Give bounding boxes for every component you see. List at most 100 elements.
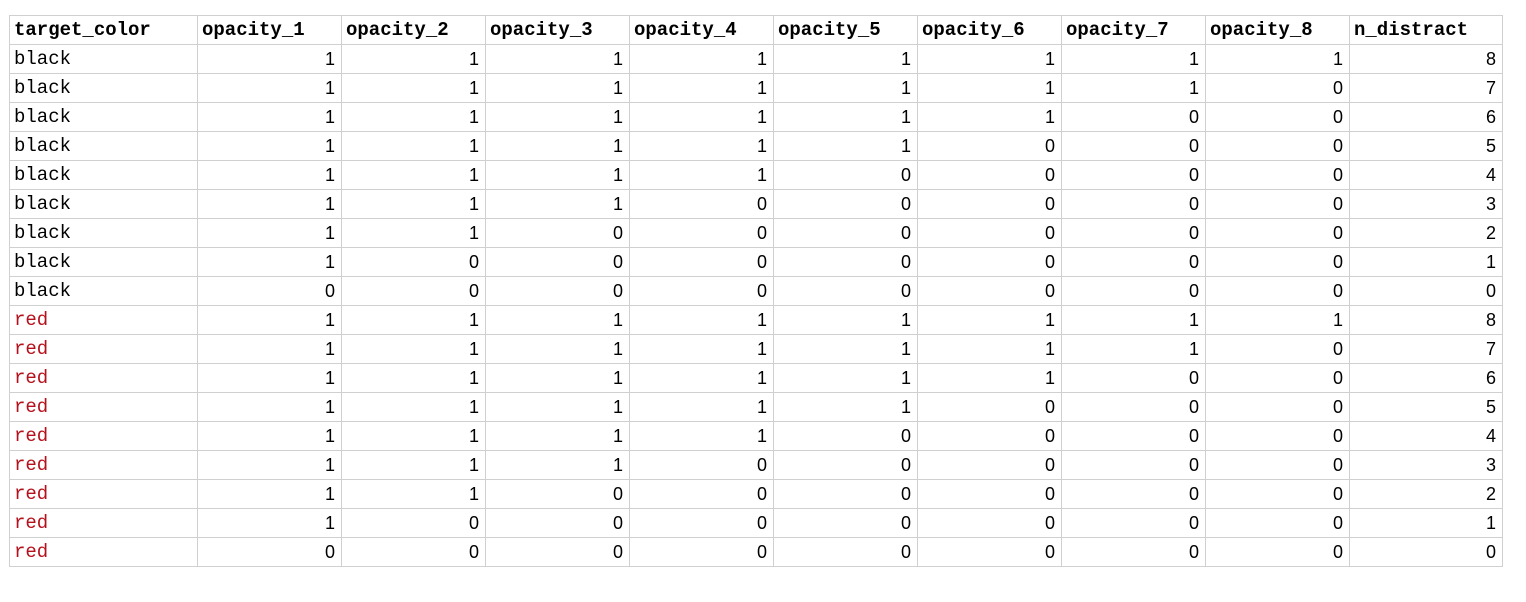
value-cell[interactable]: 1	[485, 131, 630, 161]
value-cell[interactable]: 1	[917, 334, 1062, 364]
value-cell[interactable]: 0	[629, 218, 774, 248]
target-color-cell[interactable]: black	[9, 102, 198, 132]
target-color-cell[interactable]: black	[9, 44, 198, 74]
value-cell[interactable]: 1	[197, 189, 342, 219]
value-cell[interactable]: 1	[917, 73, 1062, 103]
value-cell[interactable]: 0	[1205, 450, 1350, 480]
value-cell[interactable]: 0	[1349, 537, 1503, 567]
value-cell[interactable]: 1	[629, 131, 774, 161]
value-cell[interactable]: 1	[197, 421, 342, 451]
value-cell[interactable]: 0	[1205, 189, 1350, 219]
value-cell[interactable]: 0	[1205, 247, 1350, 277]
value-cell[interactable]: 3	[1349, 450, 1503, 480]
value-cell[interactable]: 1	[629, 421, 774, 451]
value-cell[interactable]: 0	[1205, 479, 1350, 509]
value-cell[interactable]: 0	[197, 276, 342, 306]
value-cell[interactable]: 0	[629, 189, 774, 219]
column-header-target-color[interactable]: target_color	[9, 15, 198, 45]
value-cell[interactable]: 0	[341, 537, 486, 567]
value-cell[interactable]: 7	[1349, 334, 1503, 364]
value-cell[interactable]: 0	[1061, 189, 1206, 219]
value-cell[interactable]: 3	[1349, 189, 1503, 219]
value-cell[interactable]: 0	[485, 479, 630, 509]
value-cell[interactable]: 0	[1205, 508, 1350, 538]
value-cell[interactable]: 0	[917, 131, 1062, 161]
value-cell[interactable]: 0	[1061, 131, 1206, 161]
value-cell[interactable]: 0	[1205, 102, 1350, 132]
value-cell[interactable]: 0	[1205, 276, 1350, 306]
target-color-cell[interactable]: black	[9, 131, 198, 161]
value-cell[interactable]: 0	[341, 247, 486, 277]
value-cell[interactable]: 0	[1349, 276, 1503, 306]
value-cell[interactable]: 0	[917, 392, 1062, 422]
value-cell[interactable]: 1	[1205, 44, 1350, 74]
column-header-opacity-7[interactable]: opacity_7	[1061, 15, 1206, 45]
value-cell[interactable]: 1	[341, 160, 486, 190]
target-color-cell[interactable]: black	[9, 189, 198, 219]
value-cell[interactable]: 1	[773, 73, 918, 103]
value-cell[interactable]: 1	[197, 363, 342, 393]
value-cell[interactable]: 1	[341, 479, 486, 509]
value-cell[interactable]: 0	[917, 218, 1062, 248]
value-cell[interactable]: 0	[917, 189, 1062, 219]
value-cell[interactable]: 0	[1061, 276, 1206, 306]
value-cell[interactable]: 1	[341, 218, 486, 248]
value-cell[interactable]: 0	[917, 508, 1062, 538]
value-cell[interactable]: 1	[1205, 305, 1350, 335]
value-cell[interactable]: 1	[773, 334, 918, 364]
value-cell[interactable]: 0	[629, 508, 774, 538]
value-cell[interactable]: 1	[629, 392, 774, 422]
value-cell[interactable]: 0	[1061, 247, 1206, 277]
column-header-opacity-8[interactable]: opacity_8	[1205, 15, 1350, 45]
value-cell[interactable]: 0	[197, 537, 342, 567]
value-cell[interactable]: 0	[1205, 537, 1350, 567]
value-cell[interactable]: 0	[773, 479, 918, 509]
column-header-opacity-2[interactable]: opacity_2	[341, 15, 486, 45]
column-header-opacity-1[interactable]: opacity_1	[197, 15, 342, 45]
value-cell[interactable]: 1	[341, 131, 486, 161]
value-cell[interactable]: 1	[341, 44, 486, 74]
target-color-cell[interactable]: black	[9, 276, 198, 306]
value-cell[interactable]: 0	[1061, 537, 1206, 567]
target-color-cell[interactable]: red	[9, 421, 198, 451]
value-cell[interactable]: 1	[341, 421, 486, 451]
value-cell[interactable]: 1	[485, 450, 630, 480]
value-cell[interactable]: 1	[341, 450, 486, 480]
target-color-cell[interactable]: black	[9, 218, 198, 248]
value-cell[interactable]: 1	[485, 334, 630, 364]
column-header-opacity-4[interactable]: opacity_4	[629, 15, 774, 45]
value-cell[interactable]: 1	[197, 508, 342, 538]
value-cell[interactable]: 1	[773, 363, 918, 393]
value-cell[interactable]: 0	[1205, 334, 1350, 364]
value-cell[interactable]: 1	[1061, 305, 1206, 335]
value-cell[interactable]: 0	[1061, 421, 1206, 451]
value-cell[interactable]: 0	[629, 247, 774, 277]
value-cell[interactable]: 1	[485, 392, 630, 422]
value-cell[interactable]: 0	[1205, 160, 1350, 190]
column-header-opacity-5[interactable]: opacity_5	[773, 15, 918, 45]
value-cell[interactable]: 0	[341, 276, 486, 306]
value-cell[interactable]: 1	[917, 363, 1062, 393]
target-color-cell[interactable]: red	[9, 479, 198, 509]
value-cell[interactable]: 0	[917, 537, 1062, 567]
value-cell[interactable]: 1	[197, 450, 342, 480]
value-cell[interactable]: 0	[1061, 363, 1206, 393]
value-cell[interactable]: 2	[1349, 479, 1503, 509]
value-cell[interactable]: 0	[1205, 363, 1350, 393]
value-cell[interactable]: 1	[1061, 334, 1206, 364]
target-color-cell[interactable]: red	[9, 334, 198, 364]
value-cell[interactable]: 1	[629, 44, 774, 74]
value-cell[interactable]: 0	[1205, 73, 1350, 103]
value-cell[interactable]: 1	[1061, 73, 1206, 103]
value-cell[interactable]: 1	[629, 160, 774, 190]
value-cell[interactable]: 0	[773, 450, 918, 480]
value-cell[interactable]: 0	[1061, 508, 1206, 538]
target-color-cell[interactable]: black	[9, 73, 198, 103]
value-cell[interactable]: 0	[1205, 421, 1350, 451]
value-cell[interactable]: 1	[917, 305, 1062, 335]
value-cell[interactable]: 0	[629, 450, 774, 480]
value-cell[interactable]: 1	[629, 305, 774, 335]
value-cell[interactable]: 0	[917, 479, 1062, 509]
value-cell[interactable]: 1	[629, 363, 774, 393]
target-color-cell[interactable]: red	[9, 450, 198, 480]
